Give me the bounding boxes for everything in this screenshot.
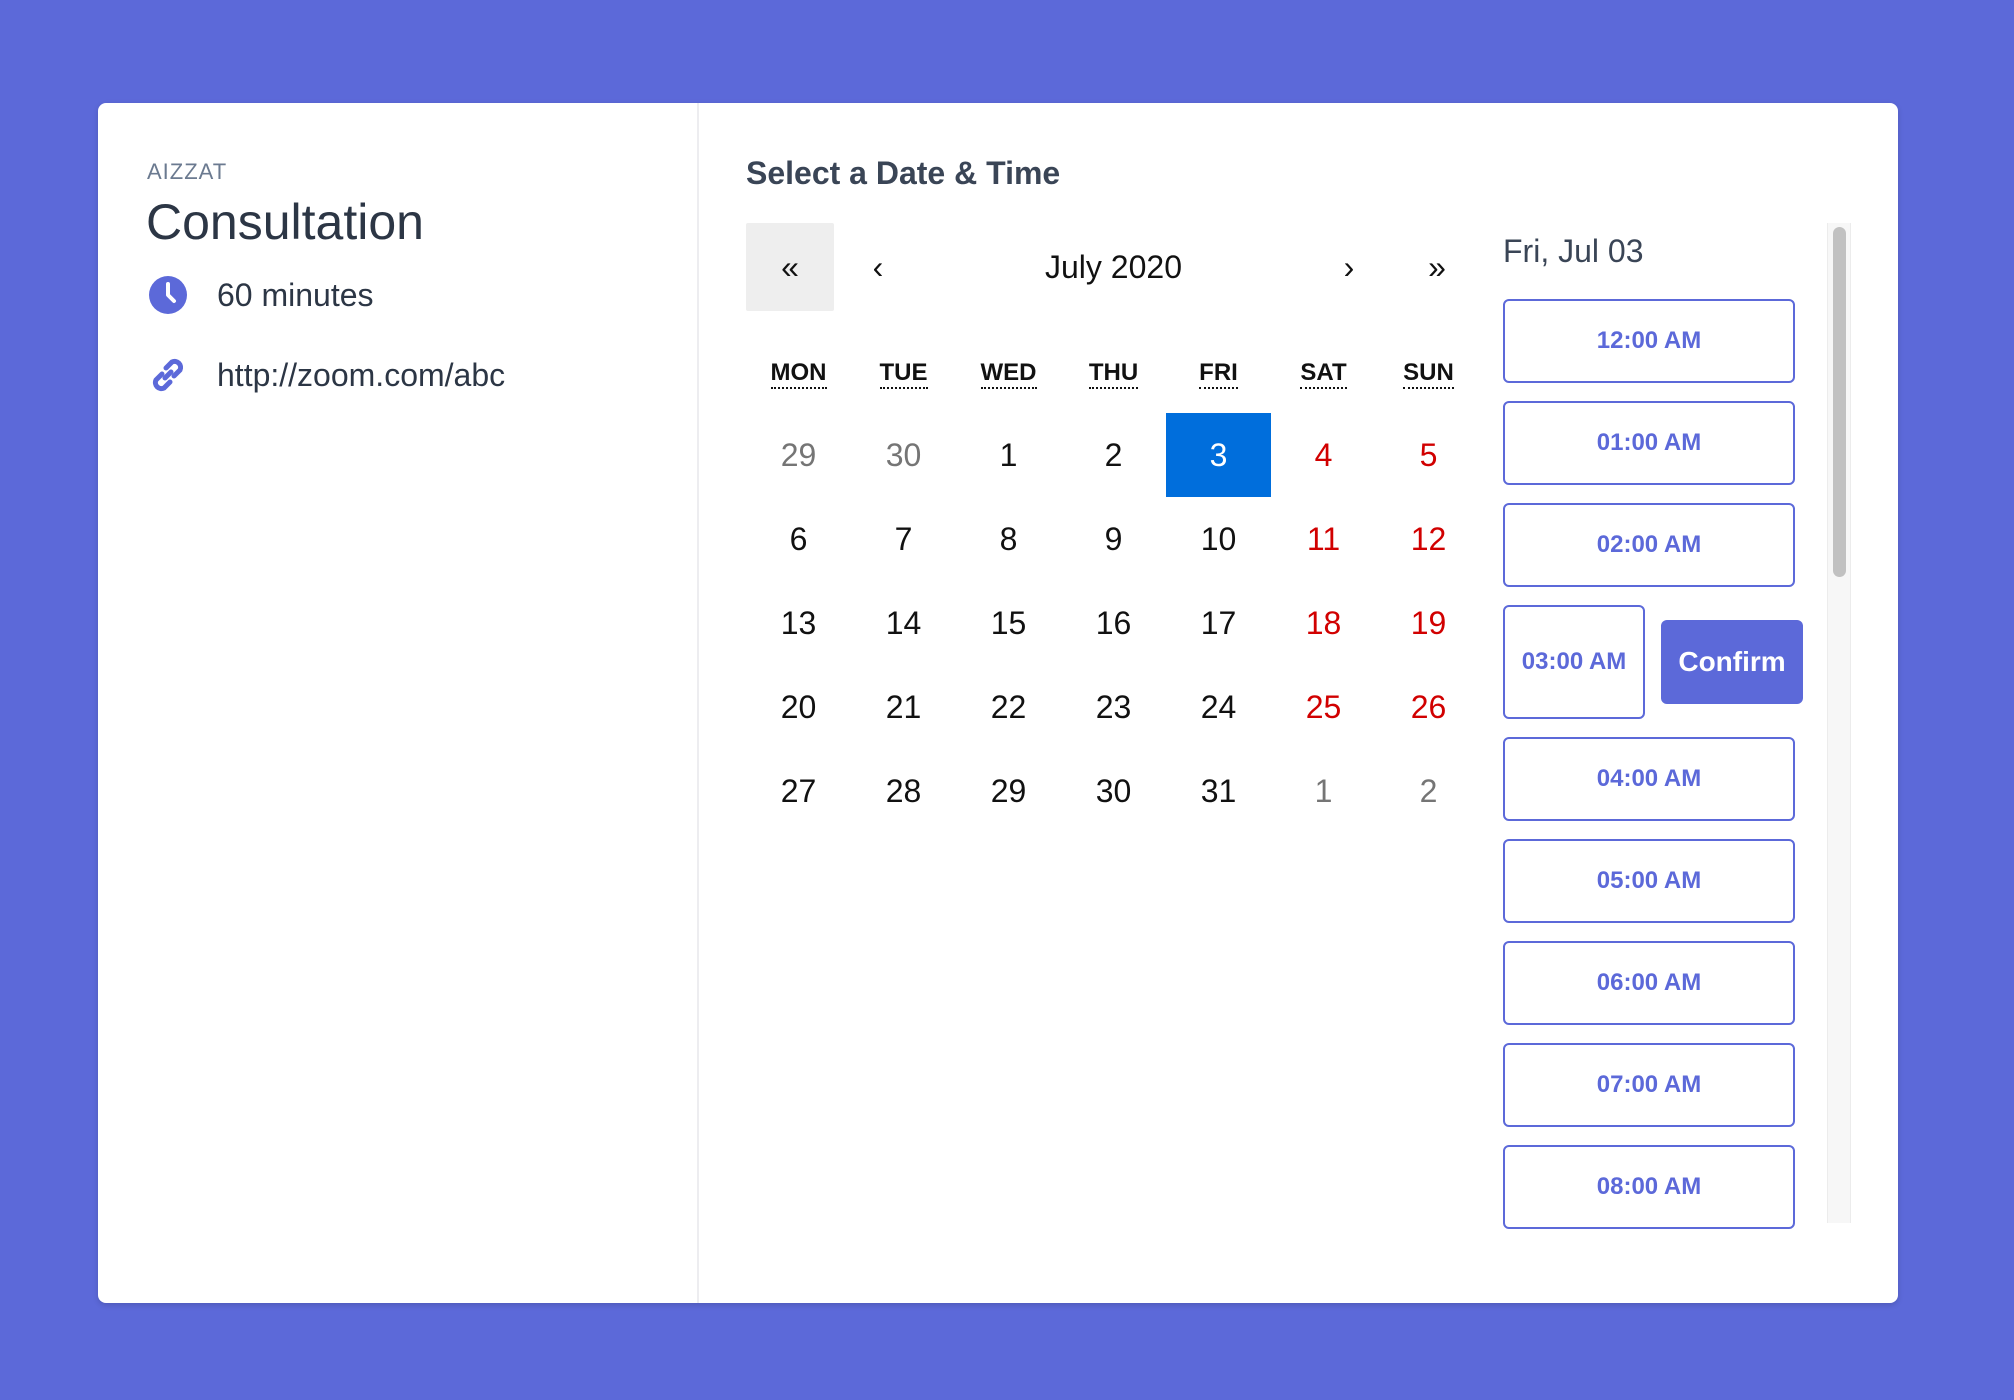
calendar-navigation: « ‹ July 2020 › »	[746, 223, 1481, 311]
calendar-day[interactable]: 30	[1061, 749, 1166, 833]
time-slot[interactable]: 02:00 AM	[1503, 503, 1795, 587]
calendar-day[interactable]: 14	[851, 581, 956, 665]
scheduler-title: Select a Date & Time	[746, 155, 1061, 191]
organizer-name: AIZZAT	[147, 159, 228, 184]
weekday-label: TUE	[851, 359, 956, 399]
scrollbar-thumb[interactable]	[1833, 227, 1846, 577]
calendar-day[interactable]: 1	[1271, 749, 1376, 833]
calendar-day[interactable]: 12	[1376, 497, 1481, 581]
calendar-day[interactable]: 29	[956, 749, 1061, 833]
weekday-label: SUN	[1376, 359, 1481, 399]
booking-card: AIZZAT Consultation 60 minutes http://zo…	[98, 103, 1898, 1303]
calendar-day[interactable]: 4	[1271, 413, 1376, 497]
calendar-day[interactable]: 28	[851, 749, 956, 833]
calendar-day[interactable]: 17	[1166, 581, 1271, 665]
event-title: Consultation	[146, 194, 424, 250]
calendar-day[interactable]: 9	[1061, 497, 1166, 581]
duration-text: 60 minutes	[217, 276, 374, 313]
calendar-day[interactable]: 20	[746, 665, 851, 749]
calendar-day[interactable]: 31	[1166, 749, 1271, 833]
location-link[interactable]: http://zoom.com/abc	[217, 357, 505, 394]
calendar-day[interactable]: 16	[1061, 581, 1166, 665]
prev-month-button[interactable]: ‹	[834, 223, 922, 311]
time-slot[interactable]: 07:00 AM	[1503, 1043, 1795, 1127]
link-icon	[146, 353, 190, 397]
time-slot-selected[interactable]: 03:00 AM	[1503, 605, 1646, 719]
calendar-day-selected[interactable]: 3	[1166, 413, 1271, 497]
time-slot[interactable]: 08:00 AM	[1503, 1145, 1795, 1229]
selected-slot-row: 03:00 AM Confirm	[1503, 605, 1803, 719]
calendar-day[interactable]: 30	[851, 413, 956, 497]
time-slot[interactable]: 01:00 AM	[1503, 401, 1795, 485]
event-location: http://zoom.com/abc	[146, 353, 505, 397]
calendar-day[interactable]: 26	[1376, 665, 1481, 749]
calendar-day[interactable]: 27	[746, 749, 851, 833]
prev-year-button[interactable]: «	[746, 223, 834, 311]
calendar-day[interactable]: 1	[956, 413, 1061, 497]
weekday-label: MON	[746, 359, 851, 399]
scheduler-panel: Select a Date & Time « ‹ July 2020 › » M…	[699, 103, 1898, 1303]
next-year-button[interactable]: »	[1393, 223, 1481, 311]
time-slot[interactable]: 12:00 AM	[1503, 299, 1795, 383]
calendar-day[interactable]: 22	[956, 665, 1061, 749]
calendar-day[interactable]: 13	[746, 581, 851, 665]
weekday-label: SAT	[1271, 359, 1376, 399]
calendar-day[interactable]: 25	[1271, 665, 1376, 749]
calendar-day[interactable]: 2	[1061, 413, 1166, 497]
event-details-panel: AIZZAT Consultation 60 minutes http://zo…	[98, 103, 699, 1303]
calendar-day[interactable]: 10	[1166, 497, 1271, 581]
calendar-days-grid: 29 30 1 2 3 4 5 6 7 8 9 10 11 12 13 14 15 16 17 18 19 20 21 22 2…	[746, 413, 1481, 833]
calendar-day[interactable]: 7	[851, 497, 956, 581]
calendar-day[interactable]: 11	[1271, 497, 1376, 581]
time-slots-panel: Fri, Jul 03 12:00 AM 01:00 AM 02:00 AM 03:0…	[1503, 223, 1851, 1303]
next-month-button[interactable]: ›	[1305, 223, 1393, 311]
clock-icon	[146, 273, 190, 317]
calendar-day[interactable]: 23	[1061, 665, 1166, 749]
weekday-header: MON TUE WED THU FRI SAT SUN	[746, 359, 1481, 399]
calendar-day[interactable]: 18	[1271, 581, 1376, 665]
month-label-button[interactable]: July 2020	[922, 223, 1305, 311]
calendar: « ‹ July 2020 › » MON TUE WED THU FRI SA…	[746, 223, 1481, 833]
scrollbar[interactable]	[1827, 223, 1851, 1223]
weekday-label: FRI	[1166, 359, 1271, 399]
time-slot[interactable]: 05:00 AM	[1503, 839, 1795, 923]
selected-date-label: Fri, Jul 03	[1503, 233, 1644, 269]
time-slot[interactable]: 06:00 AM	[1503, 941, 1795, 1025]
weekday-label: THU	[1061, 359, 1166, 399]
calendar-day[interactable]: 29	[746, 413, 851, 497]
calendar-day[interactable]: 5	[1376, 413, 1481, 497]
calendar-day[interactable]: 21	[851, 665, 956, 749]
time-slot[interactable]: 04:00 AM	[1503, 737, 1795, 821]
event-duration: 60 minutes	[146, 273, 374, 317]
calendar-day[interactable]: 8	[956, 497, 1061, 581]
calendar-day[interactable]: 19	[1376, 581, 1481, 665]
time-slot-list: 12:00 AM 01:00 AM 02:00 AM 03:00 AM Confirm 0…	[1503, 299, 1803, 1247]
calendar-day[interactable]: 15	[956, 581, 1061, 665]
calendar-day[interactable]: 2	[1376, 749, 1481, 833]
confirm-button[interactable]: Confirm	[1661, 620, 1803, 704]
calendar-day[interactable]: 6	[746, 497, 851, 581]
calendar-day[interactable]: 24	[1166, 665, 1271, 749]
weekday-label: WED	[956, 359, 1061, 399]
